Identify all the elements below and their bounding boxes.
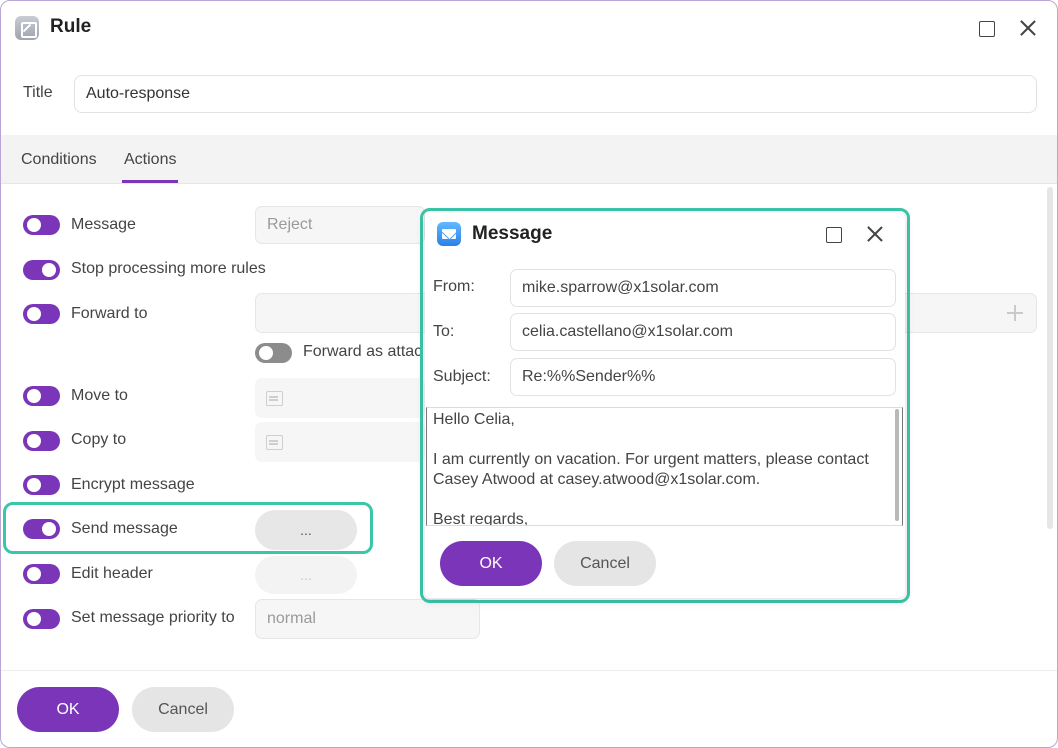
folder-icon (265, 390, 283, 406)
toggle-knob (27, 567, 41, 581)
edit-header-button[interactable]: ... (255, 556, 357, 594)
tab-strip: Conditions Actions (1, 135, 1057, 184)
message-select[interactable]: Reject (255, 206, 425, 244)
from-field[interactable] (510, 269, 896, 307)
toggle-knob (27, 478, 41, 492)
close-icon[interactable] (1015, 15, 1041, 41)
title-label: Title (23, 84, 53, 101)
copy-to-label: Copy to (71, 431, 127, 448)
title-input[interactable] (74, 75, 1037, 113)
to-field[interactable] (510, 313, 896, 351)
subject-label: Subject: (433, 368, 491, 385)
ok-button[interactable]: OK (17, 687, 119, 732)
add-recipient-plus-icon[interactable] (1006, 304, 1024, 322)
message-label: Message (71, 216, 136, 233)
send-message-edit-button[interactable]: ... (255, 510, 357, 550)
send-message-toggle[interactable] (23, 519, 60, 539)
message-toggle[interactable] (23, 215, 60, 235)
forward-as-attachment-toggle[interactable] (255, 343, 292, 363)
to-label: To: (433, 323, 455, 340)
toggle-knob (27, 307, 41, 321)
stop-processing-toggle[interactable] (23, 260, 60, 280)
dialog-ok-button[interactable]: OK (440, 541, 542, 586)
subject-field[interactable] (510, 358, 896, 396)
message-body-textarea[interactable]: Hello Celia, I am currently on vacation.… (426, 407, 903, 526)
send-message-label: Send message (71, 520, 178, 537)
dialog-maximize-icon[interactable] (821, 222, 845, 246)
from-label: From: (433, 278, 475, 295)
priority-toggle[interactable] (23, 609, 60, 629)
folder-icon (265, 434, 283, 450)
toggle-knob (27, 218, 41, 232)
mail-icon (437, 222, 461, 246)
message-body-scrollbar[interactable] (895, 409, 899, 521)
title-bar: Rule (1, 1, 1057, 55)
dialog-cancel-button[interactable]: Cancel (554, 541, 656, 586)
toggle-knob (259, 346, 273, 360)
cancel-button[interactable]: Cancel (132, 687, 234, 732)
toggle-knob (27, 434, 41, 448)
copy-to-folder-field[interactable] (255, 422, 425, 462)
toggle-knob (27, 389, 41, 403)
toggle-knob (42, 263, 56, 277)
edit-header-label: Edit header (71, 565, 153, 582)
move-to-label: Move to (71, 387, 128, 404)
toggle-knob (27, 612, 41, 626)
tab-conditions[interactable]: Conditions (21, 151, 97, 169)
forward-to-toggle[interactable] (23, 304, 60, 324)
priority-select-value: normal (267, 610, 316, 627)
footer-divider (1, 670, 1057, 671)
encrypt-label: Encrypt message (71, 476, 195, 493)
dialog-close-icon[interactable] (863, 222, 887, 246)
forward-as-attachment-label: Forward as attac (303, 343, 423, 360)
window-title: Rule (50, 16, 92, 37)
rule-window: Rule Title Conditions Actions Message Re… (0, 0, 1058, 748)
rule-app-icon (15, 16, 39, 40)
priority-select[interactable]: normal (255, 599, 480, 639)
dialog-title: Message (472, 223, 553, 244)
priority-label: Set message priority to (71, 609, 235, 626)
active-tab-indicator (122, 180, 178, 183)
forward-to-label: Forward to (71, 305, 148, 322)
stop-processing-label: Stop processing more rules (71, 260, 266, 277)
edit-header-toggle[interactable] (23, 564, 60, 584)
copy-to-toggle[interactable] (23, 431, 60, 451)
tab-actions[interactable]: Actions (124, 151, 176, 169)
encrypt-toggle[interactable] (23, 475, 60, 495)
scrollbar[interactable] (1047, 187, 1053, 529)
message-dialog: Message From: To: Subject: Hello Celia, … (425, 213, 905, 598)
maximize-icon[interactable] (973, 15, 999, 41)
move-to-toggle[interactable] (23, 386, 60, 406)
move-to-folder-field[interactable] (255, 378, 425, 418)
toggle-knob (42, 522, 56, 536)
message-select-value: Reject (267, 216, 313, 233)
